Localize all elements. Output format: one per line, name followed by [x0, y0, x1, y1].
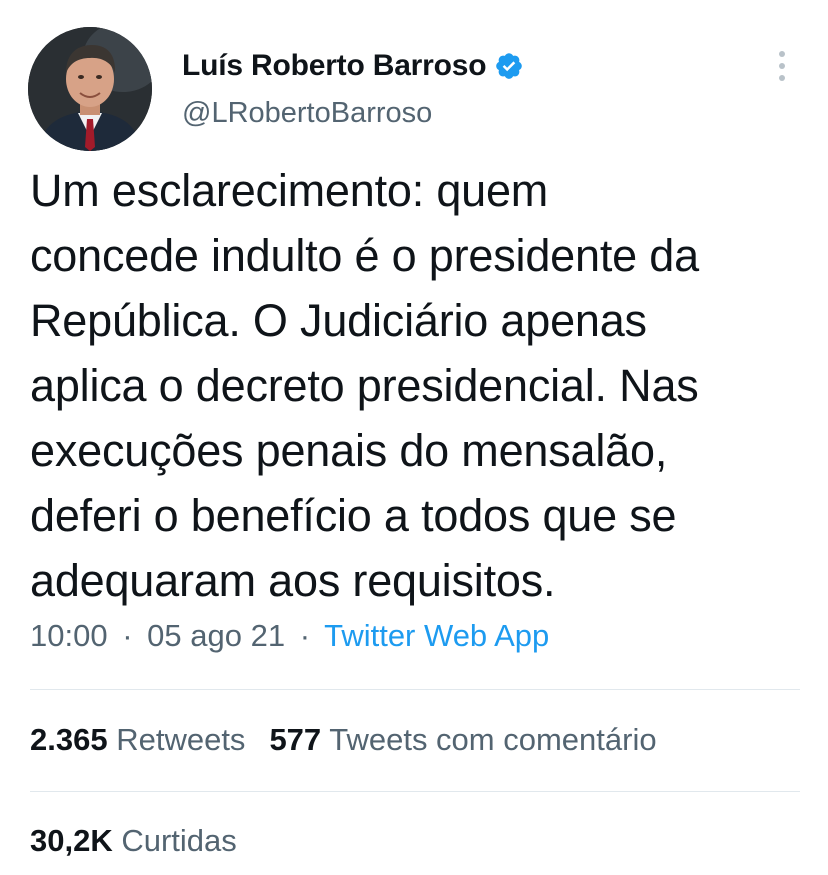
more-options-icon[interactable] — [770, 46, 794, 86]
likes-count: 30,2K — [30, 823, 113, 858]
divider — [30, 689, 800, 690]
tweet-text-line: concede indulto é o presidente da — [30, 230, 699, 281]
retweets-count: 2.365 — [30, 722, 108, 757]
engagement-stats-row: 2.365 Retweets 577 Tweets com comentário — [30, 722, 657, 758]
likes-stats-row: 30,2K Curtidas — [30, 823, 237, 859]
tweet-text-line: aplica o decreto presidencial. Nas — [30, 360, 699, 411]
tweet-source-link[interactable]: Twitter Web App — [324, 618, 549, 653]
likes-label: Curtidas — [121, 823, 237, 858]
divider — [30, 791, 800, 792]
verified-badge-icon — [494, 51, 524, 81]
author-display-name[interactable]: Luís Roberto Barroso — [182, 49, 487, 83]
tweet-text-line: adequaram aos requisitos. — [30, 555, 556, 606]
retweets-label: Retweets — [116, 722, 246, 757]
meta-separator: · — [299, 618, 311, 653]
tweet-text: Um esclarecimento: quem concede indulto … — [30, 158, 810, 613]
tweet-time[interactable]: 10:00 — [30, 618, 108, 653]
retweets-stat[interactable]: 2.365 Retweets — [30, 722, 245, 757]
tweet-date[interactable]: 05 ago 21 — [147, 618, 285, 653]
quotes-label: Tweets com comentário — [329, 722, 657, 757]
avatar[interactable] — [28, 27, 152, 151]
meta-separator: · — [122, 618, 133, 653]
tweet-text-line: Um esclarecimento: quem — [30, 165, 549, 216]
author-name-row[interactable]: Luís Roberto Barroso — [182, 46, 524, 86]
tweet-text-line: execuções penais do mensalão, — [30, 425, 668, 476]
tweet-text-line: deferi o benefício a todos que se — [30, 490, 677, 541]
tweet-text-line: República. O Judiciário apenas — [30, 295, 647, 346]
quotes-count: 577 — [269, 722, 322, 757]
quotes-stat[interactable]: 577 Tweets com comentário — [269, 722, 656, 757]
avatar-photo — [28, 27, 152, 151]
author-handle[interactable]: @LRobertoBarroso — [182, 97, 432, 130]
likes-stat[interactable]: 30,2K Curtidas — [30, 823, 237, 858]
tweet-metadata: 10:00 · 05 ago 21 · Twitter Web App — [30, 618, 549, 654]
tweet-card: Luís Roberto Barroso @LRobertoBarroso Um… — [0, 0, 828, 875]
